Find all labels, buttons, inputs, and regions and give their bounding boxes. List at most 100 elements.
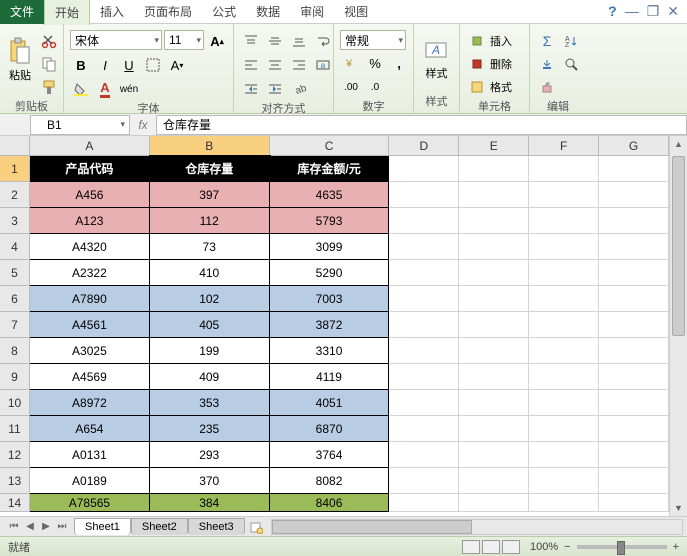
sheet-nav-0[interactable]: ⏮ xyxy=(6,521,22,532)
cell-B3[interactable]: 112 xyxy=(150,208,270,234)
delete-cells-button[interactable] xyxy=(466,53,488,75)
fill-color-button[interactable] xyxy=(70,78,92,100)
tab-页面布局[interactable]: 页面布局 xyxy=(134,0,202,25)
cut-button[interactable] xyxy=(38,30,60,52)
shrink-font-button[interactable]: A▾ xyxy=(166,54,188,76)
cell-F10[interactable] xyxy=(529,390,599,416)
cell-D8[interactable] xyxy=(389,338,459,364)
phonetic-button[interactable]: wén xyxy=(118,78,140,100)
cell-C5[interactable]: 5290 xyxy=(270,260,390,286)
cell-E1[interactable] xyxy=(459,156,529,182)
col-header-E[interactable]: E xyxy=(459,136,529,156)
row-header-10[interactable]: 10 xyxy=(0,390,30,416)
cell-D3[interactable] xyxy=(389,208,459,234)
tab-公式[interactable]: 公式 xyxy=(202,0,246,25)
cell-F13[interactable] xyxy=(529,468,599,494)
zoom-in-button[interactable]: + xyxy=(673,541,679,553)
cell-G12[interactable] xyxy=(599,442,669,468)
comma-button[interactable]: , xyxy=(388,52,410,74)
cell-A13[interactable]: A0189 xyxy=(30,468,150,494)
sheet-nav-1[interactable]: ◀ xyxy=(22,521,38,532)
row-header-1[interactable]: 1 xyxy=(0,156,30,182)
col-header-B[interactable]: B xyxy=(150,136,270,156)
cell-C9[interactable]: 4119 xyxy=(270,364,390,390)
insert-cells-button[interactable] xyxy=(466,30,488,52)
row-header-4[interactable]: 4 xyxy=(0,234,30,260)
cell-B4[interactable]: 73 xyxy=(150,234,270,260)
autosum-button[interactable]: Σ xyxy=(536,30,558,52)
cell-D6[interactable] xyxy=(389,286,459,312)
cell-G8[interactable] xyxy=(599,338,669,364)
cell-B9[interactable]: 409 xyxy=(150,364,270,390)
scroll-down-icon[interactable]: ▼ xyxy=(670,500,687,516)
underline-button[interactable]: U xyxy=(118,54,140,76)
view-normal-button[interactable] xyxy=(462,540,480,554)
align-middle-button[interactable] xyxy=(264,30,286,52)
cell-E5[interactable] xyxy=(459,260,529,286)
cell-D14[interactable] xyxy=(389,494,459,512)
horizontal-scrollbar[interactable] xyxy=(271,519,683,535)
styles-button[interactable]: A 样式 xyxy=(420,30,453,90)
sort-button[interactable]: AZ xyxy=(560,30,582,52)
sheet-nav-2[interactable]: ▶ xyxy=(38,521,54,532)
align-center-button[interactable] xyxy=(264,54,286,76)
insert-label[interactable]: 插入 xyxy=(490,33,512,49)
cell-A12[interactable]: A0131 xyxy=(30,442,150,468)
cell-E2[interactable] xyxy=(459,182,529,208)
col-header-D[interactable]: D xyxy=(389,136,459,156)
zoom-slider[interactable] xyxy=(577,545,667,549)
clear-button[interactable] xyxy=(536,76,558,98)
row-header-8[interactable]: 8 xyxy=(0,338,30,364)
cell-A9[interactable]: A4569 xyxy=(30,364,150,390)
copy-button[interactable] xyxy=(38,53,60,75)
cell-E4[interactable] xyxy=(459,234,529,260)
tab-视图[interactable]: 视图 xyxy=(334,0,378,25)
align-top-button[interactable] xyxy=(240,30,262,52)
scroll-thumb[interactable] xyxy=(672,156,685,336)
cell-B10[interactable]: 353 xyxy=(150,390,270,416)
align-left-button[interactable] xyxy=(240,54,262,76)
tab-数据[interactable]: 数据 xyxy=(246,0,290,25)
find-button[interactable] xyxy=(560,53,582,75)
row-header-6[interactable]: 6 xyxy=(0,286,30,312)
name-box[interactable]: B1 xyxy=(30,115,130,135)
sheet-tab-Sheet3[interactable]: Sheet3 xyxy=(188,518,245,535)
row-header-12[interactable]: 12 xyxy=(0,442,30,468)
cell-C7[interactable]: 3872 xyxy=(270,312,390,338)
orientation-button[interactable]: ab xyxy=(288,78,310,100)
font-color-button[interactable]: A xyxy=(94,78,116,100)
cell-F6[interactable] xyxy=(529,286,599,312)
restore-icon[interactable]: ❐ xyxy=(647,3,660,20)
row-header-9[interactable]: 9 xyxy=(0,364,30,390)
cell-E14[interactable] xyxy=(459,494,529,512)
cell-C13[interactable]: 8082 xyxy=(270,468,390,494)
cell-A14[interactable]: A78565 xyxy=(30,494,150,512)
format-painter-button[interactable] xyxy=(38,76,60,98)
cell-B13[interactable]: 370 xyxy=(150,468,270,494)
formula-input[interactable]: 仓库存量 xyxy=(156,115,687,135)
close-icon[interactable]: ✕ xyxy=(667,3,679,20)
cell-F8[interactable] xyxy=(529,338,599,364)
cell-B8[interactable]: 199 xyxy=(150,338,270,364)
cell-F9[interactable] xyxy=(529,364,599,390)
decrease-decimal-button[interactable]: .0 xyxy=(364,76,386,98)
cell-C12[interactable]: 3764 xyxy=(270,442,390,468)
minimize-icon[interactable]: — xyxy=(625,3,639,20)
tab-file[interactable]: 文件 xyxy=(0,0,44,24)
cell-G11[interactable] xyxy=(599,416,669,442)
cell-G4[interactable] xyxy=(599,234,669,260)
tab-插入[interactable]: 插入 xyxy=(90,0,134,25)
cell-D4[interactable] xyxy=(389,234,459,260)
tab-审阅[interactable]: 审阅 xyxy=(290,0,334,25)
decrease-indent-button[interactable] xyxy=(240,78,262,100)
zoom-out-button[interactable]: − xyxy=(564,541,570,553)
fill-button[interactable] xyxy=(536,53,558,75)
currency-button[interactable]: ¥ xyxy=(340,52,362,74)
cell-A11[interactable]: A654 xyxy=(30,416,150,442)
cell-A7[interactable]: A4561 xyxy=(30,312,150,338)
cell-A2[interactable]: A456 xyxy=(30,182,150,208)
cell-D13[interactable] xyxy=(389,468,459,494)
select-all-corner[interactable] xyxy=(0,136,30,156)
cell-A1[interactable]: 产品代码 xyxy=(30,156,150,182)
cell-F3[interactable] xyxy=(529,208,599,234)
